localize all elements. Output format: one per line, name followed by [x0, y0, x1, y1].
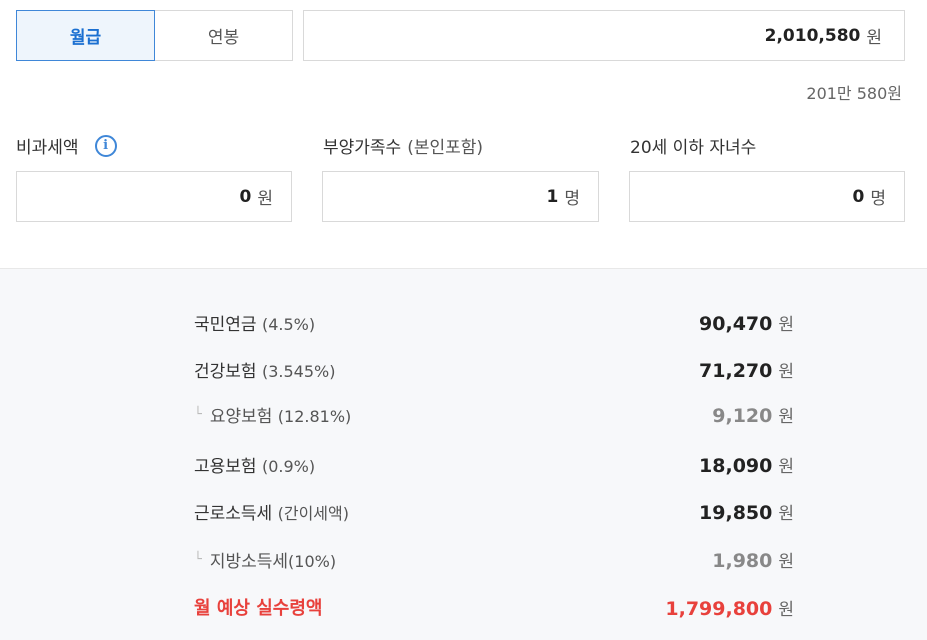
salary-value: 2,010,580	[764, 25, 861, 46]
children-value: 0	[852, 186, 865, 207]
result-label: 근로소득세 (간이세액)	[194, 503, 349, 524]
dependents-input[interactable]: 1 명	[322, 171, 599, 222]
info-icon[interactable]: i	[94, 134, 117, 157]
result-amount: 19,850 원	[699, 501, 794, 524]
tab-monthly[interactable]: 월급	[16, 10, 155, 61]
salary-input[interactable]: 2,010,580 원	[303, 10, 905, 61]
result-row-health: 건강보험 (3.545%) 71,270 원	[194, 354, 794, 384]
result-amount: 18,090 원	[699, 454, 794, 477]
dependents-label: 부양가족수 (본인포함)	[323, 133, 483, 158]
nontax-label: 비과세액 i	[16, 133, 117, 158]
result-amount: 90,470 원	[699, 312, 794, 335]
nontax-label-text: 비과세액	[16, 138, 79, 158]
result-row-pension: 국민연금 (4.5%) 90,470 원	[194, 307, 794, 337]
dependents-label-text: 부양가족수	[323, 138, 402, 158]
nontax-unit: 원	[257, 189, 273, 209]
corner-icon: └	[194, 551, 202, 567]
children-label-text: 20세 이하 자녀수	[630, 138, 757, 158]
dependents-unit: 명	[564, 189, 580, 209]
children-input[interactable]: 0 명	[629, 171, 905, 222]
result-label: 국민연금 (4.5%)	[194, 314, 316, 335]
result-amount: 1,799,800 원	[665, 597, 794, 620]
result-row-income-tax: 근로소득세 (간이세액) 19,850 원	[194, 496, 794, 526]
result-label: 고용보험 (0.9%)	[194, 456, 316, 477]
nontax-input[interactable]: 0 원	[16, 171, 292, 222]
pay-type-tabs: 월급 연봉	[16, 10, 293, 61]
results-panel: 국민연금 (4.5%) 90,470 원 건강보험 (3.545%) 71,270…	[0, 268, 927, 640]
result-row-local-tax: └ 지방소득세(10%) 1,980 원	[194, 544, 794, 574]
result-label: └ 지방소득세(10%)	[194, 551, 337, 572]
result-row-longterm-care: └ 요양보험 (12.81%) 9,120 원	[194, 399, 794, 429]
dependents-label-note: (본인포함)	[407, 138, 484, 158]
result-row-net-pay: 월 예상 실수령액 1,799,800 원	[194, 592, 794, 622]
salary-unit: 원	[866, 28, 882, 48]
children-unit: 명	[870, 189, 886, 209]
result-amount: 71,270 원	[699, 359, 794, 382]
salary-korean-readout: 201만 580원	[806, 84, 902, 103]
tab-annual[interactable]: 연봉	[154, 10, 293, 61]
corner-icon: └	[194, 406, 202, 422]
result-label: └ 요양보험 (12.81%)	[194, 406, 352, 427]
result-label: 건강보험 (3.545%)	[194, 361, 336, 382]
result-label: 월 예상 실수령액	[194, 598, 323, 619]
result-amount: 1,980 원	[712, 549, 794, 572]
nontax-value: 0	[239, 186, 252, 207]
dependents-value: 1	[546, 186, 559, 207]
result-amount: 9,120 원	[712, 404, 794, 427]
children-label: 20세 이하 자녀수	[630, 133, 756, 158]
result-row-employment: 고용보험 (0.9%) 18,090 원	[194, 449, 794, 479]
